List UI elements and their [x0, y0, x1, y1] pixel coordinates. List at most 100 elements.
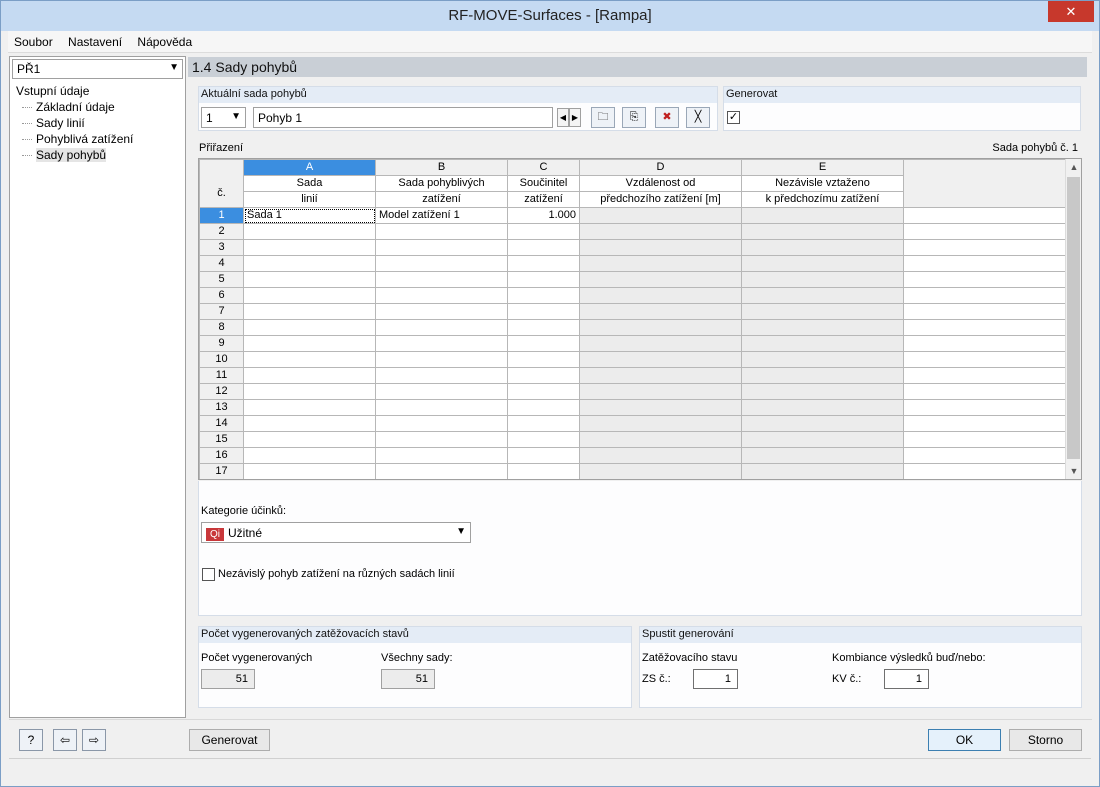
cell-load-factor[interactable] [507, 319, 580, 336]
cell-line-set[interactable] [243, 287, 376, 304]
set-number-select[interactable]: 1 ▼ [201, 107, 246, 128]
generate-button[interactable]: Generovat [189, 729, 270, 751]
cell-independent[interactable] [741, 383, 904, 400]
new-set-button[interactable]: 🗀 [591, 107, 615, 128]
cell-moving-load-set[interactable] [375, 255, 508, 272]
cell-line-set[interactable] [243, 415, 376, 432]
cell-load-factor[interactable] [507, 239, 580, 256]
row-number[interactable]: 10 [199, 351, 244, 368]
column-letter-a[interactable]: A [243, 159, 376, 176]
cell-line-set[interactable] [243, 223, 376, 240]
row-number[interactable]: 1 [199, 207, 244, 224]
independent-movement-checkbox[interactable] [202, 568, 215, 581]
cell-load-factor[interactable] [507, 223, 580, 240]
cell-moving-load-set[interactable] [375, 287, 508, 304]
cell-distance[interactable] [579, 431, 742, 448]
combination-number-input[interactable]: 1 [884, 669, 929, 689]
cell-moving-load-set[interactable] [375, 271, 508, 288]
menu-napoveda[interactable]: Nápověda [131, 31, 198, 49]
row-number[interactable]: 7 [199, 303, 244, 320]
menu-nastaveni[interactable]: Nastavení [62, 31, 128, 49]
row-number[interactable]: 15 [199, 431, 244, 448]
cell-load-factor[interactable] [507, 383, 580, 400]
cell-line-set[interactable] [243, 447, 376, 464]
cell-load-factor[interactable] [507, 351, 580, 368]
cell-distance[interactable] [579, 351, 742, 368]
ok-button[interactable]: OK [928, 729, 1001, 751]
cell-load-factor[interactable] [507, 431, 580, 448]
row-number[interactable]: 16 [199, 447, 244, 464]
case-select[interactable]: PŘ1 ▼ [12, 59, 183, 79]
cell-independent[interactable] [741, 303, 904, 320]
cell-load-factor[interactable] [507, 287, 580, 304]
cell-line-set[interactable] [243, 463, 376, 479]
scroll-thumb[interactable] [1067, 177, 1080, 459]
set-name-field[interactable]: Pohyb 1 [253, 107, 553, 128]
row-number[interactable]: 13 [199, 399, 244, 416]
row-number[interactable]: 14 [199, 415, 244, 432]
cell-independent[interactable] [741, 351, 904, 368]
row-number[interactable]: 8 [199, 319, 244, 336]
cell-distance[interactable] [579, 415, 742, 432]
cell-moving-load-set[interactable] [375, 319, 508, 336]
cell-load-factor[interactable] [507, 399, 580, 416]
category-select[interactable]: Qi Užitné ▼ [201, 522, 471, 543]
cell-line-set[interactable]: Sada 1 [243, 207, 376, 224]
tree-item-moving-loads[interactable]: Pohyblivá zatížení [16, 131, 133, 147]
cell-distance[interactable] [579, 207, 742, 224]
scroll-up-icon[interactable]: ▲ [1066, 159, 1081, 175]
cell-distance[interactable] [579, 239, 742, 256]
column-letter-e[interactable]: E [741, 159, 904, 176]
cell-distance[interactable] [579, 271, 742, 288]
row-number[interactable]: 6 [199, 287, 244, 304]
cell-distance[interactable] [579, 255, 742, 272]
cell-moving-load-set[interactable]: Model zatížení 1 [375, 207, 508, 224]
load-case-number-input[interactable]: 1 [693, 669, 738, 689]
cell-moving-load-set[interactable] [375, 351, 508, 368]
cell-line-set[interactable] [243, 351, 376, 368]
cell-independent[interactable] [741, 367, 904, 384]
cell-independent[interactable] [741, 319, 904, 336]
cell-independent[interactable] [741, 399, 904, 416]
cell-moving-load-set[interactable] [375, 383, 508, 400]
cell-load-factor[interactable] [507, 255, 580, 272]
next-set-button[interactable]: ▶ [569, 108, 581, 127]
cell-load-factor[interactable] [507, 271, 580, 288]
cell-load-factor[interactable] [507, 463, 580, 479]
cell-line-set[interactable] [243, 239, 376, 256]
cell-independent[interactable] [741, 239, 904, 256]
cell-distance[interactable] [579, 303, 742, 320]
copy-set-button[interactable]: ⎘ [622, 107, 646, 128]
help-button[interactable]: ? [19, 729, 43, 751]
cell-independent[interactable] [741, 431, 904, 448]
row-number[interactable]: 9 [199, 335, 244, 352]
row-number[interactable]: 3 [199, 239, 244, 256]
row-number[interactable]: 12 [199, 383, 244, 400]
cell-moving-load-set[interactable] [375, 431, 508, 448]
cell-independent[interactable] [741, 207, 904, 224]
cell-independent[interactable] [741, 287, 904, 304]
cell-independent[interactable] [741, 463, 904, 479]
independent-movement-label[interactable]: Nezávislý pohyb zatížení na různých sadá… [218, 568, 455, 580]
cell-line-set[interactable] [243, 335, 376, 352]
tree-item-basic-data[interactable]: Základní údaje [16, 99, 133, 115]
cell-independent[interactable] [741, 447, 904, 464]
cell-distance[interactable] [579, 367, 742, 384]
cell-line-set[interactable] [243, 271, 376, 288]
cell-line-set[interactable] [243, 383, 376, 400]
cell-load-factor[interactable] [507, 447, 580, 464]
cell-moving-load-set[interactable] [375, 399, 508, 416]
column-letter-d[interactable]: D [579, 159, 742, 176]
row-number[interactable]: 2 [199, 223, 244, 240]
cell-independent[interactable] [741, 271, 904, 288]
cell-load-factor[interactable] [507, 415, 580, 432]
cell-independent[interactable] [741, 415, 904, 432]
previous-window-button[interactable]: ⇦ [53, 729, 77, 751]
column-letter-c[interactable]: C [507, 159, 580, 176]
scroll-down-icon[interactable]: ▼ [1066, 463, 1081, 479]
cell-distance[interactable] [579, 447, 742, 464]
cell-distance[interactable] [579, 223, 742, 240]
cancel-button[interactable]: Storno [1009, 729, 1082, 751]
column-letter-b[interactable]: B [375, 159, 508, 176]
cell-line-set[interactable] [243, 303, 376, 320]
